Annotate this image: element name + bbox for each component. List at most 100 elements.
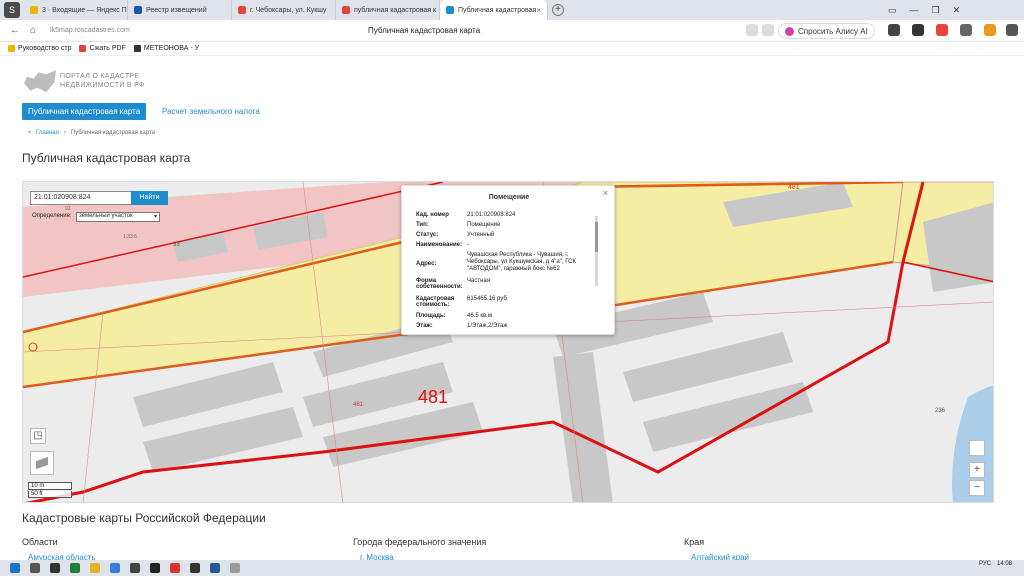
collections-icon[interactable]: ▭	[888, 5, 897, 16]
system-tray: РУС 14:08	[979, 561, 1012, 567]
popup-row: Статус: Учтенный	[416, 232, 495, 238]
bookmarks-bar: Руководство стр Сжать PDF МЕТЕОНОВА - У	[0, 42, 1024, 56]
tab-cheboksary[interactable]: г. Чебоксары, ул. Кукшу	[232, 0, 336, 20]
column-heading: Области	[22, 537, 58, 547]
pdf-icon	[79, 45, 87, 52]
popup-row: Площадь: 46.5 кв.м	[416, 313, 492, 319]
maximize-icon[interactable]: ❐	[932, 5, 940, 16]
yandex-icon	[342, 6, 350, 14]
start-icon[interactable]	[10, 563, 20, 573]
tab-public-map[interactable]: Публичная кадастровая ×	[440, 0, 548, 20]
popup-row: Этаж: 1/Этаж,2/Этаж	[416, 323, 508, 329]
nav-public-map-button[interactable]: Публичная кадастровая карта	[22, 103, 147, 120]
parcel-number-label: 481	[418, 387, 449, 407]
task-view-icon[interactable]	[50, 563, 60, 573]
extension-icon[interactable]	[912, 24, 924, 36]
zoom-in-button[interactable]: +	[969, 462, 985, 478]
bookmark-icon[interactable]	[762, 24, 774, 36]
popup-row: Наименование: -	[416, 242, 469, 248]
yandex-icon[interactable]	[150, 563, 160, 573]
map-label: 1:33:6	[123, 234, 137, 240]
extension-icon[interactable]	[984, 24, 996, 36]
tab-public-map-search[interactable]: публичная кадастровая к	[336, 0, 440, 20]
popup-row: Кадастровая стоимость: 615465.16 руб	[416, 296, 507, 308]
new-tab-button[interactable]: +	[552, 4, 564, 16]
bookmark-item[interactable]: Сжать PDF	[79, 45, 126, 52]
scale-bar-m: 10 m	[28, 482, 72, 490]
chevron-down-icon: ▾	[153, 214, 157, 220]
layers-button[interactable]	[30, 451, 54, 475]
popup-row: Адрес: Чувашская Республика - Чувашия, г.…	[416, 252, 577, 272]
menu-icon[interactable]	[746, 24, 758, 36]
nav-land-tax-link[interactable]: Расчет земельного налога	[162, 107, 260, 116]
object-info-popup: × Помещение Кад. номер 21:01:020908:824 Т…	[401, 185, 615, 335]
clock[interactable]: 14:08	[997, 561, 1012, 567]
close-window-icon[interactable]: ✕	[953, 5, 961, 16]
back-icon[interactable]: ←	[10, 25, 20, 36]
zoom-out-button[interactable]: −	[969, 480, 985, 496]
weather-icon	[133, 45, 141, 52]
browser-icon[interactable]	[130, 563, 140, 573]
map-label: 33	[173, 242, 180, 248]
popup-row: Форма собственности: Частная	[416, 278, 490, 290]
extension-icon[interactable]	[888, 24, 900, 36]
browser-icon[interactable]	[190, 563, 200, 573]
extension-icon[interactable]	[936, 24, 948, 36]
tab-registry[interactable]: Реестр извещений	[128, 0, 232, 20]
page-title-bar: Публичная кадастровая карта	[368, 26, 481, 35]
fullscreen-icon: ◳	[33, 430, 43, 441]
popup-title: Помещение	[488, 194, 530, 201]
russia-map-icon	[24, 70, 56, 92]
alice-button[interactable]: Спросить Алису AI	[778, 23, 875, 39]
folder-icon[interactable]	[90, 563, 100, 573]
fullscreen-button[interactable]: ◳	[30, 428, 46, 444]
map-label: 481	[353, 402, 364, 408]
bookmark-item[interactable]: МЕТЕОНОВА - У	[133, 45, 199, 52]
column-heading: Края	[684, 537, 705, 547]
word-icon[interactable]	[210, 563, 220, 573]
popup-row: Тип: Помещение	[416, 222, 501, 228]
minimize-icon[interactable]: —	[910, 5, 919, 15]
star-icon	[8, 45, 15, 52]
page-heading: Публичная кадастровая карта	[22, 151, 191, 165]
map-label: 92	[65, 206, 71, 212]
mail-icon	[30, 6, 38, 14]
breadcrumb: ▾ Главная › Публичная кадастровая карта	[28, 129, 155, 137]
column-heading: Города федерального значения	[353, 537, 487, 547]
map-label: 236	[935, 408, 946, 414]
bookmark-item[interactable]: Руководство стр	[8, 45, 71, 52]
shield-icon	[134, 6, 142, 14]
lock-icon[interactable]: ⌂	[30, 25, 36, 36]
breadcrumb-current: Публичная кадастровая карта	[70, 129, 155, 136]
extension-icon[interactable]	[960, 24, 972, 36]
layers-icon	[36, 456, 48, 470]
breadcrumb-home[interactable]: Главная	[36, 130, 59, 136]
locate-button[interactable]	[969, 440, 985, 456]
map-label: 481	[788, 184, 800, 191]
definition-select[interactable]: земельный участок ▾	[76, 212, 160, 222]
section-title: Кадастровые карты Российской Федерации	[22, 511, 266, 525]
browser-logo-icon[interactable]: S	[4, 2, 20, 18]
tab-strip: S 3 · Входящие — Яндекс П Реестр извещен…	[0, 0, 1024, 20]
app-icon[interactable]	[230, 563, 240, 573]
close-tab-icon[interactable]: ×	[536, 6, 541, 15]
download-icon[interactable]	[1006, 24, 1018, 36]
app-icon[interactable]	[70, 563, 80, 573]
tab-mail[interactable]: 3 · Входящие — Яндекс П	[24, 0, 128, 20]
language-indicator[interactable]: РУС	[979, 561, 991, 567]
site-logo[interactable]: ПОРТАЛ О КАДАСТРЕ НЕДВИЖИМОСТИ В РФ	[24, 70, 145, 92]
home-icon[interactable]: ▾	[28, 129, 31, 136]
find-button[interactable]: Найти	[131, 191, 168, 205]
alice-icon	[785, 26, 794, 36]
url-field[interactable]: lk5map.roscadastres.com	[50, 27, 130, 34]
map-icon	[446, 6, 454, 14]
window-controls: ▭ — ❐ ✕	[888, 0, 960, 20]
popup-scrollbar[interactable]	[595, 216, 598, 286]
search-icon[interactable]	[30, 563, 40, 573]
taskbar	[0, 560, 1024, 576]
yandex-icon	[238, 6, 246, 14]
scale-bar-ft: 50 ft	[28, 491, 72, 498]
app-icon[interactable]	[170, 563, 180, 573]
definition-label: Определение:	[32, 213, 72, 219]
app-icon[interactable]	[110, 563, 120, 573]
